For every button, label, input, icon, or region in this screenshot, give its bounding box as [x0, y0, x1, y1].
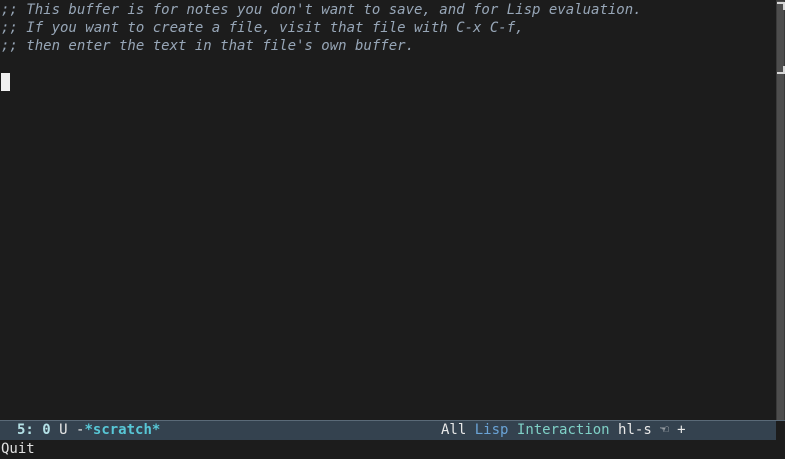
modeline-extent: All — [441, 422, 467, 438]
text-cursor — [1, 73, 10, 91]
vertical-scrollbar[interactable] — [776, 0, 785, 421]
modeline-right: All Lisp Interaction hl-s ☜ + — [441, 421, 686, 440]
modeline-major-mode-interaction[interactable]: Interaction — [517, 422, 610, 438]
minibuffer-message: Quit — [1, 441, 35, 457]
emacs-frame: ;; This buffer is for notes you don't wa… — [0, 0, 785, 459]
modeline-position: 5: 0 — [17, 422, 51, 438]
buffer-line-2: ;; If you want to create a file, visit t… — [1, 20, 524, 36]
scratch-buffer-text-area[interactable]: ;; This buffer is for notes you don't wa… — [0, 0, 776, 421]
minibuffer[interactable]: Quit — [0, 440, 785, 459]
modeline-state: U — [59, 422, 68, 438]
fringe-top-bracket-icon — [777, 2, 785, 10]
modeline-left: 5: 0 U -*scratch* — [17, 421, 160, 440]
modeline-minor-mode[interactable]: hl-s — [618, 422, 652, 438]
buffer-line-3: ;; then enter the text in that file's ow… — [1, 38, 415, 54]
modeline-major-mode-lisp[interactable]: Lisp — [475, 422, 509, 438]
buffer-line-1: ;; This buffer is for notes you don't wa… — [1, 2, 642, 18]
modeline-buffer-name[interactable]: *scratch* — [84, 422, 160, 438]
hand-pointer-icon: ☜ — [660, 422, 669, 438]
fringe-bottom-bracket-icon — [777, 66, 785, 74]
scrollbar-thumb[interactable] — [777, 1, 784, 420]
modeline[interactable]: 5: 0 U -*scratch* All Lisp Interaction h… — [0, 421, 776, 440]
modeline-plus: + — [677, 422, 686, 438]
